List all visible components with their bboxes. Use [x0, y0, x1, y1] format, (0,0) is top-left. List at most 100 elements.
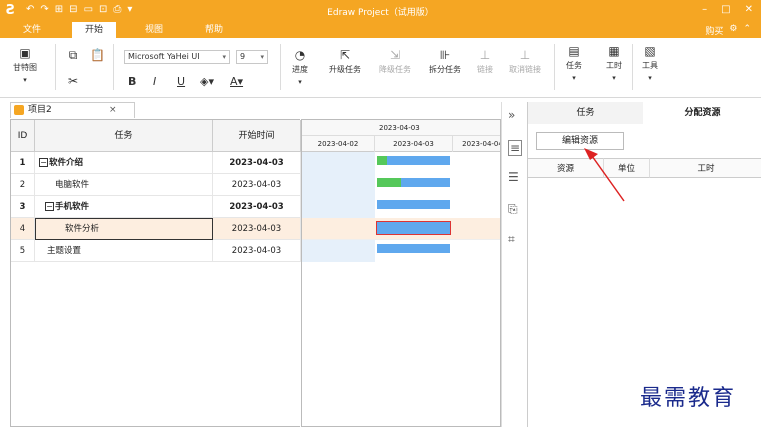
copy-button[interactable]: ⧉ — [66, 48, 80, 64]
task-button[interactable]: ▤ 任务 ▾ — [562, 44, 586, 87]
tab-view[interactable]: 视图 — [132, 22, 176, 38]
progress-bar — [377, 156, 387, 165]
column-header-start[interactable]: 开始时间 — [213, 120, 301, 152]
document-tab[interactable]: 项目2 × — [10, 102, 135, 118]
font-name-select[interactable]: Microsoft YaHei UI ▾ — [124, 50, 230, 64]
maximize-button[interactable]: □ — [721, 4, 730, 15]
divider — [113, 44, 114, 90]
work-hours-icon: ▦ — [608, 44, 620, 58]
upgrade-task-icon: ⇱ — [339, 48, 351, 62]
edraw-project-window: Ƨ ↶ ↷ ⊞ ⊟ ▭ ⊡ ⎙ ▾ Edraw Project（试用版） – □… — [0, 0, 761, 427]
unlink-button[interactable]: ⊥ 取消链接 — [504, 48, 546, 75]
task-bar[interactable] — [377, 244, 450, 253]
chevron-down-icon: ▾ — [23, 76, 27, 84]
close-tab-icon[interactable]: × — [109, 103, 117, 117]
gantt-top-date: 2023-04-03 — [379, 124, 420, 132]
summary-bar[interactable] — [377, 156, 450, 165]
gantt-date: 2023-04-03 — [375, 136, 453, 152]
table-row[interactable]: 3 − 手机软件 2023-04-03 — [11, 196, 301, 218]
project-file-icon — [14, 105, 24, 115]
cell-selection-outline — [35, 218, 213, 240]
cut-button[interactable]: ✂ — [66, 74, 80, 90]
annotation-arrow — [584, 148, 625, 202]
gantt-chart-icon: ▣ — [19, 46, 31, 60]
ribbon-collapse-icon[interactable]: ⌃ — [743, 24, 751, 37]
divider — [554, 44, 555, 90]
copy-icon: ⧉ — [68, 48, 78, 62]
table-row-selected[interactable]: 4 软件分析 2023-04-03 — [11, 218, 301, 240]
scissors-icon: ✂ — [67, 74, 79, 88]
split-task-button[interactable]: ⊪ 拆分任务 — [424, 48, 466, 75]
gantt-view-button[interactable]: ▣ 甘特图 ▾ — [10, 46, 40, 89]
font-color-icon[interactable]: A▾ — [230, 75, 243, 88]
link-icon: ⊥ — [479, 48, 491, 62]
menu-right-actions: 购买 ⚙ ⌃ — [705, 24, 751, 37]
fill-color-icon[interactable]: ◈▾ — [200, 75, 214, 88]
table-row[interactable]: 1 − 软件介绍 2023-04-03 — [11, 152, 301, 174]
tools-button[interactable]: ▧ 工具 ▾ — [638, 44, 662, 87]
settings-icon[interactable]: ⚙ — [729, 24, 737, 37]
upgrade-task-button[interactable]: ⇱ 升级任务 — [324, 48, 366, 75]
chevron-down-icon: ▾ — [260, 53, 264, 61]
column-header-task[interactable]: 任务 — [35, 120, 213, 152]
resource-panel: 任务 分配资源 编辑资源 资源 单位 工时 — [527, 102, 761, 427]
window-title: Edraw Project（试用版） — [327, 8, 434, 18]
divider — [55, 44, 56, 90]
progress-bar — [377, 178, 401, 187]
watermark: 最需教育 — [640, 386, 737, 411]
gantt-chart: 2023-04-03 2023-04-02 2023-04-03 2023-04… — [301, 119, 501, 427]
split-task-icon: ⊪ — [439, 48, 451, 62]
note-icon[interactable]: ⎘ — [508, 202, 518, 217]
table-row[interactable]: 5 主题设置 2023-04-03 — [11, 240, 301, 262]
table-row[interactable]: 2 电脑软件 2023-04-03 — [11, 174, 301, 196]
chevron-down-icon: ▾ — [648, 74, 652, 82]
font-size-select[interactable]: 9 ▾ — [236, 50, 268, 64]
buy-link[interactable]: 购买 — [705, 24, 723, 37]
paste-button[interactable]: 📋 — [90, 48, 105, 64]
divider — [632, 44, 633, 90]
paste-icon: 📋 — [90, 48, 105, 62]
task-bar-selected[interactable] — [376, 221, 451, 235]
summary-bar[interactable] — [377, 200, 450, 209]
nonworking-shade — [302, 152, 375, 262]
minimize-button[interactable]: – — [702, 4, 707, 15]
chevron-down-icon: ▾ — [298, 78, 302, 86]
window-controls: – □ ✕ — [702, 4, 753, 15]
downgrade-task-button[interactable]: ⇲ 降级任务 — [374, 48, 416, 75]
chevron-down-icon: ▾ — [222, 53, 226, 61]
gantt-date: 2023-04-02 — [302, 136, 375, 152]
task-icon: ▤ — [568, 44, 580, 58]
progress-button[interactable]: ◔ 进度 ▾ — [286, 48, 314, 91]
chevron-down-icon: ▾ — [612, 74, 616, 82]
collapse-toggle[interactable]: − — [45, 202, 54, 211]
link-button[interactable]: ⊥ 链接 — [472, 48, 498, 75]
gantt-timescale-top: 2023-04-03 — [302, 120, 500, 136]
underline-button[interactable]: U — [177, 75, 185, 88]
work-hours-button[interactable]: ▦ 工时 ▾ — [602, 44, 626, 87]
menu-bar: 文件 开始 视图 帮助 购买 ⚙ ⌃ — [0, 22, 761, 38]
panel-collapse-icon[interactable]: » — [508, 108, 515, 122]
task-grid: ID 任务 开始时间 1 − 软件介绍 2023-04-03 2 电脑软件 202… — [10, 119, 301, 427]
gantt-date: 2023-04-04 — [453, 136, 500, 152]
divider — [280, 44, 281, 90]
italic-button[interactable]: I — [153, 75, 156, 88]
downgrade-task-icon: ⇲ — [389, 48, 401, 62]
list-icon[interactable]: ☰ — [508, 170, 519, 184]
column-header-id[interactable]: ID — [11, 120, 35, 152]
ribbon-toolbar: ▣ 甘特图 ▾ ⧉ 📋 ✂ Microsoft YaHei UI ▾ 9 ▾ B… — [0, 38, 761, 98]
tools-icon: ▧ — [644, 44, 656, 58]
gantt-timescale-days: 2023-04-02 2023-04-03 2023-04-04 — [302, 136, 500, 152]
tab-home[interactable]: 开始 — [72, 22, 116, 38]
tab-help[interactable]: 帮助 — [192, 22, 236, 38]
progress-icon: ◔ — [294, 48, 306, 62]
tag-icon[interactable]: ⌗ — [508, 232, 515, 247]
collapse-toggle[interactable]: − — [39, 158, 48, 167]
title-bar: Ƨ ↶ ↷ ⊞ ⊟ ▭ ⊡ ⎙ ▾ Edraw Project（试用版） – □… — [0, 0, 761, 22]
tab-file[interactable]: 文件 — [10, 22, 54, 38]
document-tabs: 项目2 × — [0, 102, 500, 118]
side-panel-icons: » ≡ ☰ ⎘ ⌗ — [501, 102, 527, 427]
close-button[interactable]: ✕ — [745, 4, 753, 15]
bold-button[interactable]: B — [128, 75, 136, 88]
unlink-icon: ⊥ — [519, 48, 531, 62]
task-panel-icon[interactable]: ≡ — [508, 140, 523, 156]
